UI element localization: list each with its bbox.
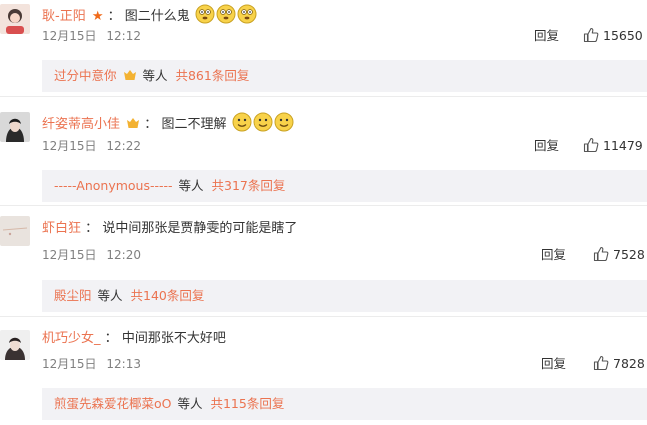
like-button[interactable]: 15650 bbox=[583, 27, 643, 44]
comment-text: 中间那张不大好吧 bbox=[121, 331, 226, 346]
like-count: 7528 bbox=[613, 247, 645, 262]
thumbs-up-icon bbox=[593, 246, 609, 262]
comment-username[interactable]: 纤姿蒂高小佳 bbox=[42, 117, 120, 132]
reply-count[interactable]: 共317条回复 bbox=[212, 178, 286, 193]
avatar[interactable] bbox=[0, 112, 30, 142]
reply-etc: 等人 bbox=[177, 396, 203, 411]
divider bbox=[0, 316, 647, 317]
reply-button[interactable]: 回复 bbox=[541, 247, 566, 263]
reply-button[interactable]: 回复 bbox=[534, 138, 559, 154]
star-badge-icon: ★ bbox=[91, 9, 104, 24]
vip-badge-icon bbox=[123, 70, 136, 80]
like-count: 15650 bbox=[603, 28, 643, 43]
comment-text: 图二不理解 bbox=[161, 117, 227, 132]
comment-date: 12月15日 bbox=[42, 357, 97, 371]
reply-summary[interactable]: 过分中意你 等人 共861条回复 bbox=[42, 60, 647, 92]
thumbs-up-icon bbox=[583, 137, 599, 153]
divider bbox=[0, 96, 647, 97]
smile-emoji-icon bbox=[216, 4, 236, 24]
comment-username[interactable]: 耿-正阳 bbox=[42, 9, 86, 24]
smile-emoji-icon bbox=[237, 4, 257, 24]
avatar[interactable] bbox=[0, 4, 30, 34]
reply-count[interactable]: 共861条回复 bbox=[175, 68, 249, 83]
comment-username[interactable]: 虾白狂 bbox=[42, 221, 81, 236]
like-button[interactable]: 7828 bbox=[593, 355, 645, 372]
smile-emoji-icon bbox=[274, 112, 294, 132]
comment-time: 12:20 bbox=[106, 248, 141, 262]
reply-count[interactable]: 共140条回复 bbox=[131, 288, 205, 303]
comment-time: 12:22 bbox=[106, 139, 141, 153]
reply-user[interactable]: 殿尘阳 bbox=[54, 288, 92, 303]
reply-user[interactable]: 过分中意你 bbox=[54, 68, 117, 83]
thumbs-up-icon bbox=[593, 355, 609, 371]
reply-count[interactable]: 共115条回复 bbox=[210, 396, 284, 411]
smile-emoji-icon bbox=[232, 112, 252, 132]
smile-emoji-icon bbox=[195, 4, 215, 24]
comment-item: 虾白狂 ： 说中间那张是贾静雯的可能是瞎了 12月15日 12:20 回复 75… bbox=[0, 214, 647, 312]
comment-time: 12:12 bbox=[106, 29, 141, 43]
reply-etc: 等人 bbox=[178, 178, 204, 193]
avatar[interactable] bbox=[0, 216, 30, 246]
comment-item: 纤姿蒂高小佳 ： 图二不理解 12月15日 12:22 回复 11479 ---… bbox=[0, 106, 647, 202]
comment-username[interactable]: 机巧少女_ bbox=[42, 331, 101, 346]
like-count: 11479 bbox=[603, 138, 643, 153]
reply-summary[interactable]: 殿尘阳 等人 共140条回复 bbox=[42, 280, 647, 312]
reply-user[interactable]: -----Anonymous----- bbox=[54, 178, 173, 193]
reply-user[interactable]: 煎蛋先森爱花椰菜oO bbox=[54, 396, 172, 411]
comment-item: 机巧少女_ ： 中间那张不大好吧 12月15日 12:13 回复 7828 煎蛋… bbox=[0, 322, 647, 425]
reply-etc: 等人 bbox=[97, 288, 123, 303]
like-count: 7828 bbox=[613, 356, 645, 371]
vip-badge-icon bbox=[127, 118, 140, 128]
comment-date: 12月15日 bbox=[42, 248, 97, 262]
thumbs-up-icon bbox=[583, 27, 599, 43]
divider bbox=[0, 205, 647, 206]
comment-date: 12月15日 bbox=[42, 29, 97, 43]
comment-date: 12月15日 bbox=[42, 139, 97, 153]
comment-text: 说中间那张是贾静雯的可能是瞎了 bbox=[102, 221, 298, 236]
reply-button[interactable]: 回复 bbox=[534, 28, 559, 44]
avatar[interactable] bbox=[0, 330, 30, 360]
comment-time: 12:13 bbox=[106, 357, 141, 371]
reply-summary[interactable]: -----Anonymous----- 等人 共317条回复 bbox=[42, 170, 647, 202]
like-button[interactable]: 11479 bbox=[583, 137, 643, 154]
like-button[interactable]: 7528 bbox=[593, 246, 645, 263]
smile-emoji-icon bbox=[253, 112, 273, 132]
reply-etc: 等人 bbox=[142, 68, 168, 83]
comment-item: 耿-正阳 ★ ： 图二什么鬼 12月15日 12:12 回复 15650 过分中… bbox=[0, 0, 647, 92]
reply-button[interactable]: 回复 bbox=[541, 356, 566, 372]
reply-summary[interactable]: 煎蛋先森爱花椰菜oO 等人 共115条回复 bbox=[42, 388, 647, 420]
comment-text: 图二什么鬼 bbox=[124, 9, 190, 24]
